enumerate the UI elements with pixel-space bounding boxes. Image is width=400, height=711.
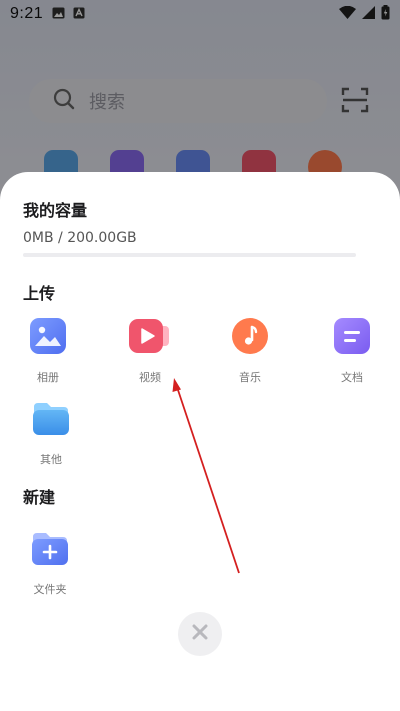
upload-other-label: 其他 xyxy=(40,453,62,466)
video-icon xyxy=(128,317,172,355)
upload-music-button[interactable]: 音乐 xyxy=(210,317,290,385)
upload-video-label: 视频 xyxy=(139,371,161,384)
new-folder-icon xyxy=(31,529,69,567)
upload-document-button[interactable]: 文档 xyxy=(312,317,392,385)
document-icon xyxy=(333,317,371,355)
upload-music-label: 音乐 xyxy=(239,371,261,384)
capacity-progress-bar xyxy=(23,253,356,257)
upload-album-button[interactable]: 相册 xyxy=(8,317,88,385)
capacity-title: 我的容量 xyxy=(23,201,88,220)
capacity-usage: 0MB / 200.00GB xyxy=(23,230,137,246)
upload-document-label: 文档 xyxy=(341,371,363,384)
upload-video-button[interactable]: 视频 xyxy=(110,317,190,385)
folder-icon xyxy=(32,399,70,437)
create-folder-label: 文件夹 xyxy=(33,583,67,596)
close-icon xyxy=(191,623,209,645)
music-icon xyxy=(231,317,269,355)
upload-other-button[interactable]: 其他 xyxy=(11,399,91,467)
create-folder-button[interactable]: 文件夹 xyxy=(10,529,90,597)
upload-album-label: 相册 xyxy=(37,371,59,384)
close-button[interactable] xyxy=(178,612,222,656)
create-title: 新建 xyxy=(23,488,56,507)
upload-title: 上传 xyxy=(23,284,56,303)
upload-bottom-sheet: 我的容量 0MB / 200.00GB 上传 相册 视频 音乐 文档 其他 新建… xyxy=(0,172,400,711)
album-icon xyxy=(29,317,67,355)
